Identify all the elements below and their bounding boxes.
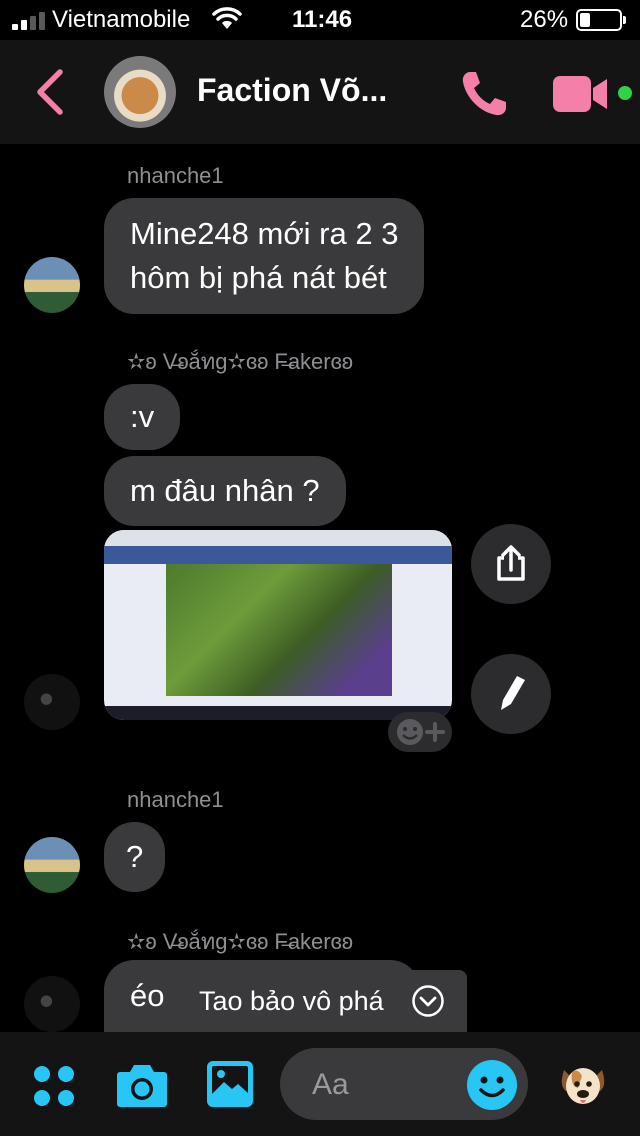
message-input-placeholder: Aa xyxy=(312,1068,349,1101)
message-line: Mine248 mới ra 2 3 xyxy=(130,216,399,251)
camera-icon[interactable] xyxy=(116,1062,168,1108)
avatar[interactable] xyxy=(24,674,80,730)
chat-header: Faction Võ... xyxy=(0,40,640,144)
battery-icon xyxy=(576,9,626,31)
wifi-icon xyxy=(212,7,242,29)
sender-name: nhanche1 xyxy=(127,163,224,188)
toast-text: Tao bảo vô phá xyxy=(199,986,384,1016)
four-dots-icon[interactable] xyxy=(32,1064,76,1108)
avatar[interactable] xyxy=(24,837,80,893)
sender-name: nhanche1 xyxy=(127,787,224,812)
dog-emoji-icon[interactable] xyxy=(556,1058,610,1112)
chat-title[interactable]: Faction Võ... xyxy=(197,72,387,109)
message-bubble[interactable]: Mine248 mới ra 2 3 hôm bị phá nát bét xyxy=(104,198,425,314)
status-bar: Vietnamobile 11:46 26% xyxy=(0,0,640,40)
share-icon xyxy=(497,545,525,581)
message-bubble[interactable]: m đâu nhân ? xyxy=(104,456,346,526)
message-bubble[interactable]: :v xyxy=(104,384,181,450)
image-icon[interactable] xyxy=(206,1060,254,1108)
phone-icon[interactable] xyxy=(458,68,510,120)
message-line: m đâu nhân ? xyxy=(130,473,320,508)
message-input[interactable]: Aa xyxy=(280,1048,528,1120)
sender-name: ✫ʚ V̶ʚắทg✫ɞʚ F̶akerɞʚ xyxy=(127,349,353,374)
chevron-left-icon[interactable] xyxy=(30,66,70,118)
battery-percent: 26% xyxy=(520,6,569,33)
signal-icon xyxy=(12,12,46,30)
message-line: éo xyxy=(130,978,165,1013)
video-camera-icon[interactable] xyxy=(553,74,611,114)
clock: 11:46 xyxy=(292,6,353,33)
message-bubble[interactable]: ? xyxy=(104,822,166,892)
carrier-name: Vietnamobile xyxy=(52,6,191,33)
add-reaction-icon[interactable] xyxy=(388,712,452,752)
edit-button[interactable] xyxy=(471,654,551,734)
composer-bar: Aa xyxy=(0,1032,640,1136)
avatar[interactable] xyxy=(24,976,80,1032)
message-line: ? xyxy=(126,839,144,874)
chevron-down-circle-icon xyxy=(412,985,444,1017)
message-line: :v xyxy=(130,399,155,434)
smiley-icon[interactable] xyxy=(466,1059,518,1111)
group-avatar[interactable] xyxy=(104,56,176,128)
share-button[interactable] xyxy=(471,524,551,604)
new-message-toast[interactable]: Tao bảo vô phá xyxy=(175,970,467,1032)
pencil-icon xyxy=(501,676,525,710)
avatar[interactable] xyxy=(24,257,80,313)
attached-screenshot[interactable] xyxy=(104,530,452,720)
active-status-dot xyxy=(618,86,632,100)
message-line: hôm bị phá nát bét xyxy=(130,260,387,295)
sender-name: ✫ʚ V̶ʚắทg✫ɞʚ F̶akerɞʚ xyxy=(127,929,353,954)
